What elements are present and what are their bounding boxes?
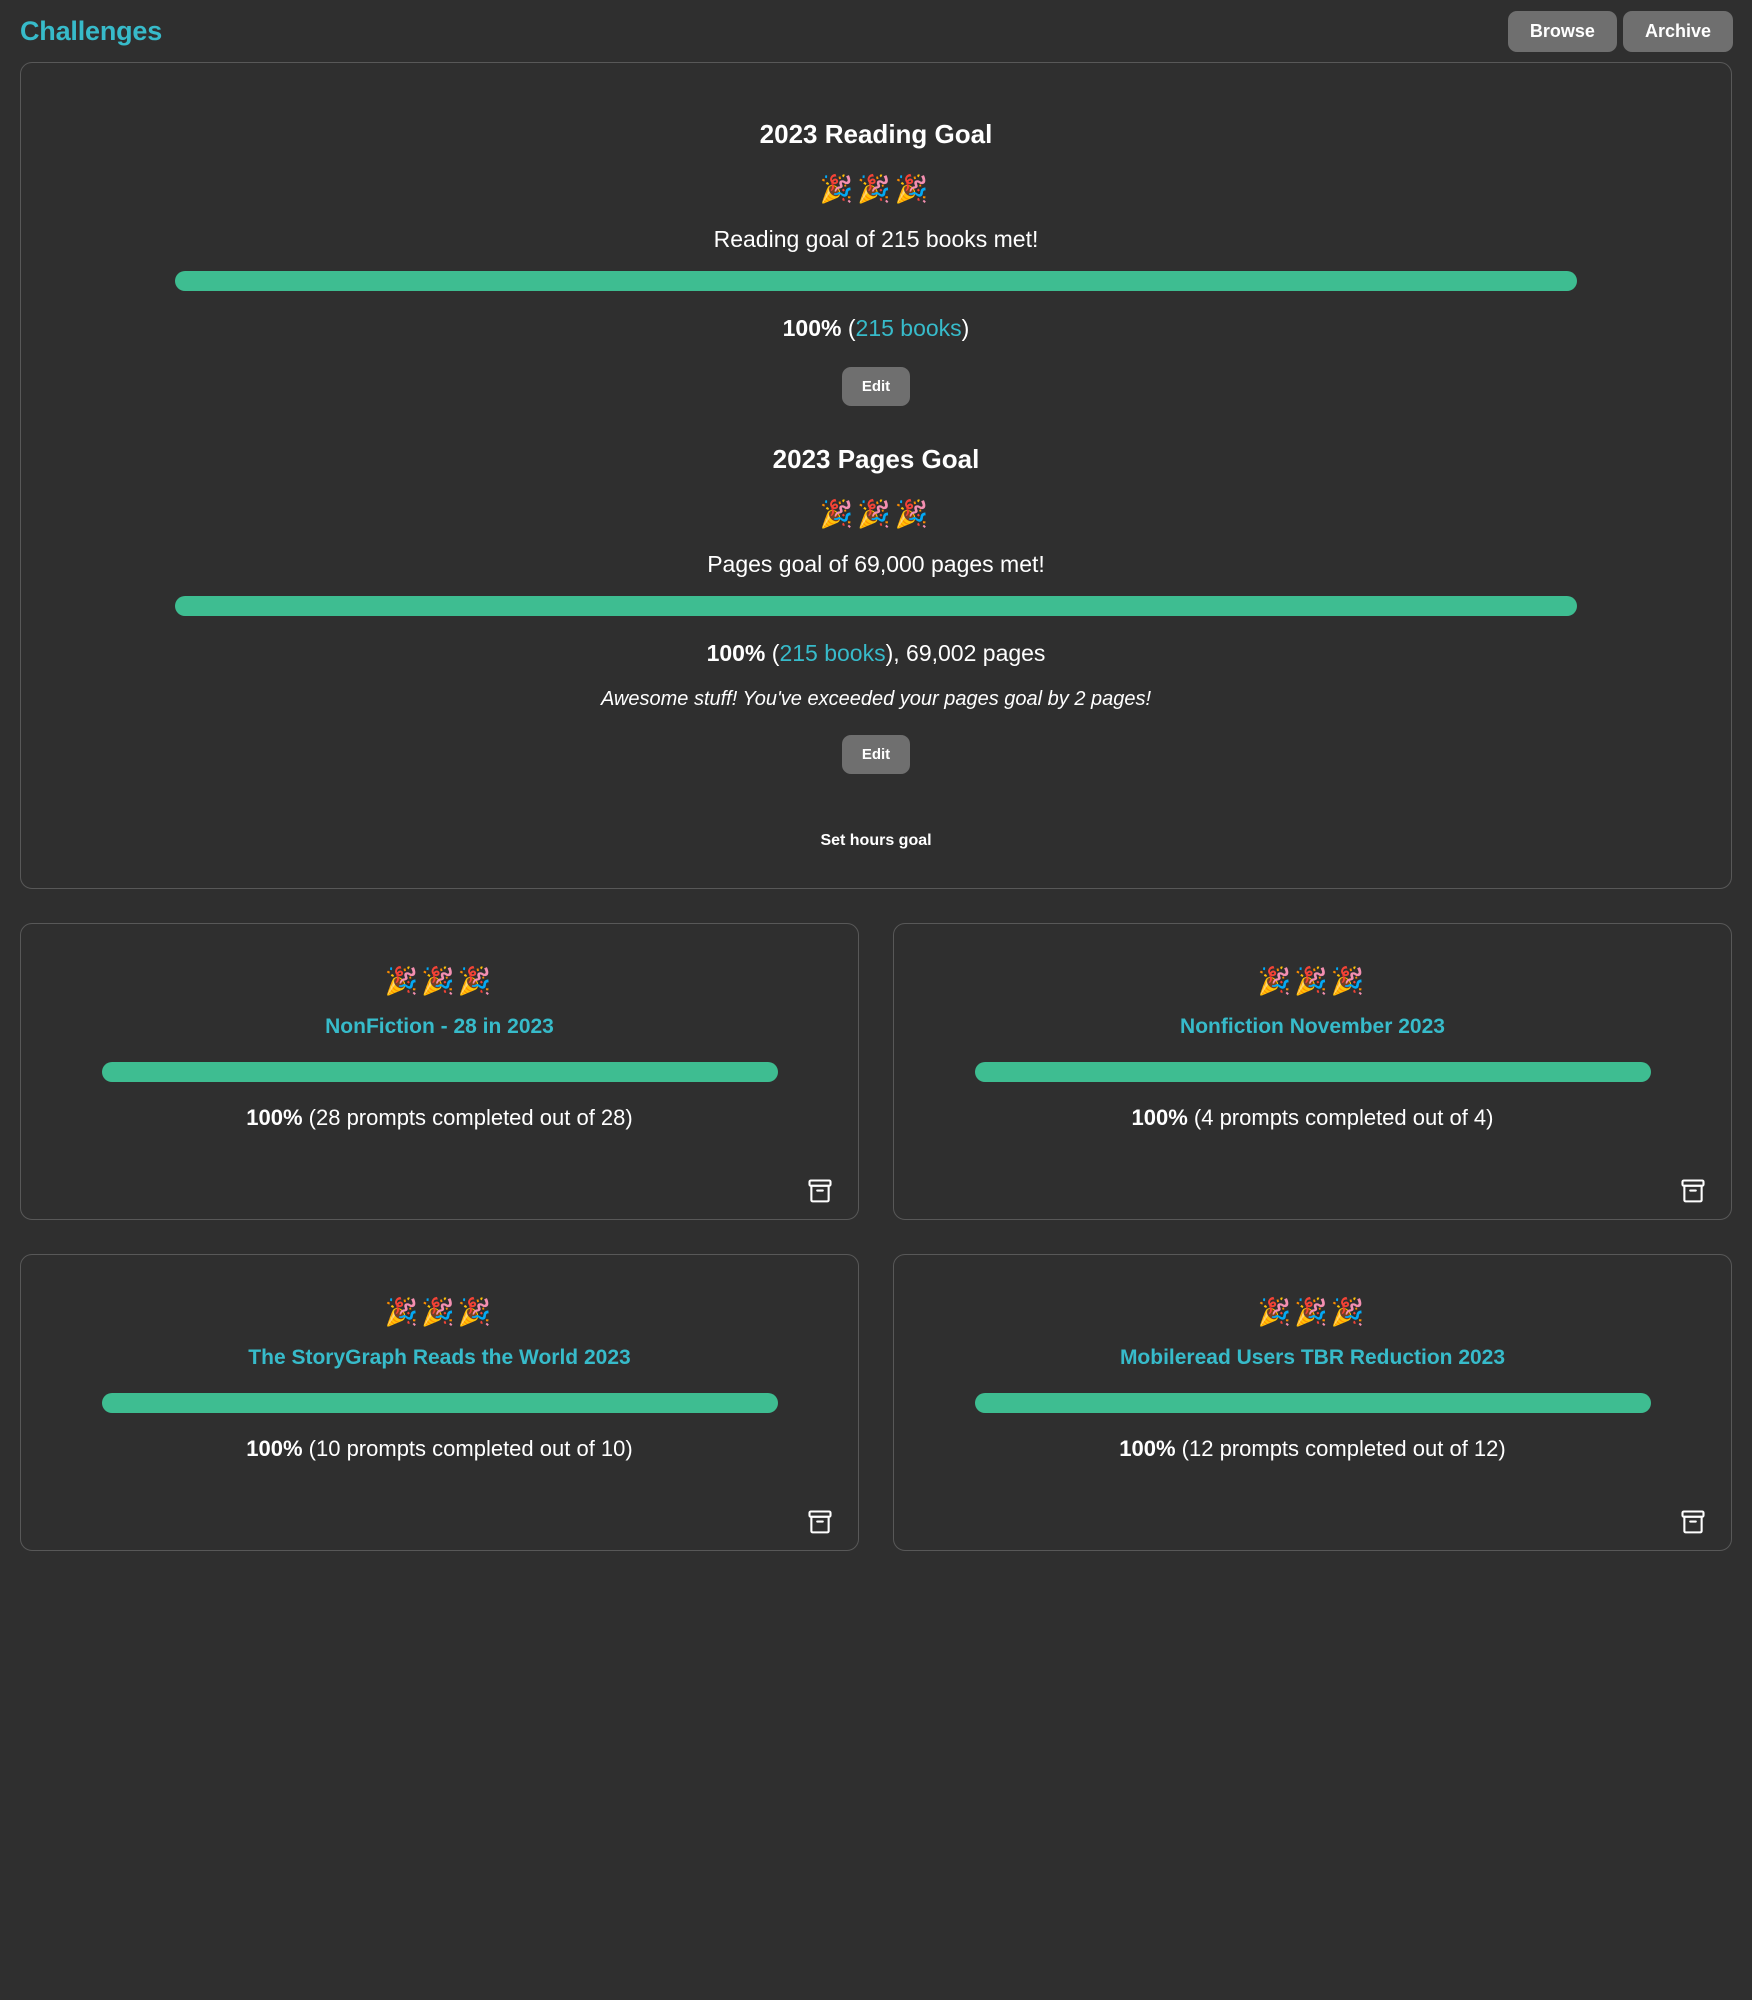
pages-goal-block: 2023 Pages Goal 🎉🎉🎉 Pages goal of 69,000…	[41, 444, 1711, 774]
pages-goal-title: 2023 Pages Goal	[772, 443, 980, 474]
challenge-stats: 100% (10 prompts completed out of 10)	[41, 1435, 838, 1464]
challenge-title-link[interactable]: Mobileread Users TBR Reduction 2023	[914, 1345, 1711, 1371]
pages-goal-percent: 100%	[706, 640, 766, 667]
challenge-percent: 100%	[246, 1105, 303, 1131]
challenge-stats: 100% (28 prompts completed out of 28)	[41, 1104, 838, 1133]
paren-open: (	[841, 315, 856, 342]
challenge-stats: 100% (4 prompts completed out of 4)	[914, 1104, 1711, 1133]
paren-close: ), 69,002 pages	[885, 640, 1046, 667]
edit-reading-goal-button[interactable]: Edit	[841, 366, 911, 406]
confetti-icon: 🎉🎉🎉	[1257, 965, 1368, 996]
archive-button[interactable]: Archive	[1622, 10, 1733, 52]
hours-goal-row: Set hours goal	[41, 832, 1711, 850]
edit-pages-goal-button[interactable]: Edit	[841, 734, 911, 774]
challenge-progress-fill	[974, 1062, 1651, 1083]
challenge-card: 🎉🎉🎉 The StoryGraph Reads the World 2023 10…	[20, 1253, 859, 1551]
archive-icon	[806, 1508, 834, 1536]
challenge-card-footer	[914, 1133, 1711, 1205]
challenge-percent: 100%	[246, 1436, 303, 1462]
goals-panel: 2023 Reading Goal 🎉🎉🎉 Reading goal of 21…	[20, 62, 1732, 889]
challenge-progress-track	[974, 1062, 1651, 1083]
challenge-progress-track	[101, 1062, 778, 1083]
archive-icon	[1679, 1177, 1707, 1205]
reading-goal-stats: 100% (215 books)	[41, 314, 1711, 344]
pages-goal-message: Pages goal of 69,000 pages met!	[707, 551, 1045, 578]
challenge-card: 🎉🎉🎉 Nonfiction November 2023 100% (4 promp…	[893, 922, 1732, 1220]
pages-goal-progress-fill	[175, 596, 1577, 617]
challenge-stats: 100% (12 prompts completed out of 12)	[914, 1435, 1711, 1464]
challenge-percent: 100%	[1131, 1105, 1188, 1131]
archive-icon	[806, 1177, 834, 1205]
challenge-percent: 100%	[1119, 1436, 1176, 1462]
challenge-detail: (10 prompts completed out of 10)	[302, 1436, 633, 1462]
challenge-card: 🎉🎉🎉 Mobileread Users TBR Reduction 2023 10…	[893, 1253, 1732, 1551]
confetti-icon: 🎉🎉🎉	[819, 499, 933, 530]
reading-goal-progress-track	[175, 271, 1577, 292]
reading-goal-block: 2023 Reading Goal 🎉🎉🎉 Reading goal of 21…	[41, 119, 1711, 406]
challenge-title-link[interactable]: The StoryGraph Reads the World 2023	[41, 1345, 838, 1371]
pages-goal-stats: 100% (215 books), 69,002 pages	[41, 639, 1711, 669]
archive-challenge-button[interactable]	[802, 1508, 838, 1536]
goal-spacer	[41, 406, 1711, 444]
challenge-detail: (12 prompts completed out of 12)	[1175, 1436, 1506, 1462]
challenge-title-link[interactable]: Nonfiction November 2023	[914, 1014, 1711, 1040]
challenge-progress-fill	[974, 1393, 1651, 1414]
page-header: Challenges Browse Archive	[0, 0, 1752, 62]
archive-challenge-button[interactable]	[1675, 1177, 1711, 1205]
confetti-icon: 🎉🎉🎉	[819, 174, 933, 205]
challenge-cards-grid: 🎉🎉🎉 NonFiction - 28 in 2023 100% (28 promp…	[20, 922, 1732, 1551]
challenge-card-footer	[41, 1464, 838, 1536]
archive-icon	[1679, 1508, 1707, 1536]
challenge-detail: (4 prompts completed out of 4)	[1187, 1105, 1494, 1131]
challenge-progress-track	[101, 1393, 778, 1414]
confetti-icon: 🎉🎉🎉	[384, 1296, 495, 1327]
archive-challenge-button[interactable]	[1675, 1508, 1711, 1536]
reading-goal-progress-fill	[175, 271, 1577, 292]
reading-goal-books-link[interactable]: 215 books	[856, 315, 962, 341]
pages-goal-note: Awesome stuff! You've exceeded your page…	[600, 687, 1152, 710]
archive-challenge-button[interactable]	[802, 1177, 838, 1205]
confetti-icon: 🎉🎉🎉	[384, 965, 495, 996]
pages-goal-progress-track	[175, 596, 1577, 617]
header-actions: Browse Archive	[1507, 10, 1733, 52]
challenge-card: 🎉🎉🎉 NonFiction - 28 in 2023 100% (28 promp…	[20, 922, 859, 1220]
challenge-progress-fill	[101, 1393, 778, 1414]
challenge-card-footer	[914, 1464, 1711, 1536]
confetti-icon: 🎉🎉🎉	[1257, 1296, 1368, 1327]
paren-close: )	[961, 315, 970, 342]
set-hours-goal-link[interactable]: Set hours goal	[820, 832, 931, 849]
paren-open: (	[765, 640, 780, 667]
pages-goal-books-link[interactable]: 215 books	[779, 640, 885, 666]
challenge-detail: (28 prompts completed out of 28)	[302, 1105, 633, 1131]
challenge-title-link[interactable]: NonFiction - 28 in 2023	[41, 1014, 838, 1040]
page-title: Challenges	[20, 15, 163, 46]
challenge-progress-fill	[101, 1062, 778, 1083]
reading-goal-message: Reading goal of 215 books met!	[713, 226, 1039, 253]
reading-goal-title: 2023 Reading Goal	[759, 119, 993, 149]
challenge-card-footer	[41, 1133, 838, 1205]
reading-goal-percent: 100%	[782, 315, 842, 342]
challenge-progress-track	[974, 1393, 1651, 1414]
browse-button[interactable]: Browse	[1507, 10, 1617, 52]
